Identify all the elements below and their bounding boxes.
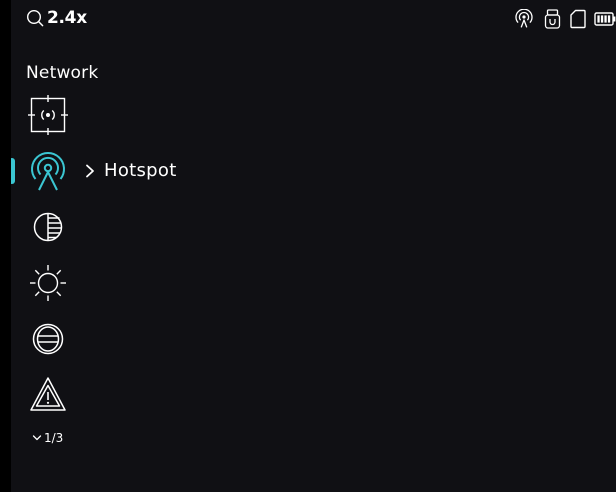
search-icon <box>26 9 44 27</box>
chevron-right-icon <box>86 164 94 178</box>
status-indicators <box>514 9 616 29</box>
menu-title: Network <box>26 63 99 83</box>
sd-card-icon <box>570 9 586 29</box>
zoom-level: 2.4x <box>47 8 87 28</box>
menu-item-target[interactable] <box>28 95 68 135</box>
page-number: 1/3 <box>44 431 64 445</box>
menu-item-contrast[interactable] <box>28 207 68 247</box>
display-mode-icon <box>32 323 64 355</box>
menu-item-warning[interactable] <box>28 375 68 415</box>
usb-icon <box>544 9 561 29</box>
submenu-hotspot[interactable]: Hotspot <box>85 160 177 182</box>
contrast-icon <box>33 212 63 242</box>
warning-icon <box>30 377 66 411</box>
battery-icon <box>594 12 616 26</box>
chevron-down-icon <box>32 435 42 441</box>
hotspot-icon <box>31 152 65 191</box>
menu-item-hotspot[interactable] <box>28 151 68 191</box>
target-icon <box>28 95 68 135</box>
zoom-indicator: 2.4x <box>26 8 87 28</box>
menu-item-brightness[interactable] <box>28 263 68 303</box>
status-bar: 2.4x <box>11 0 616 36</box>
brightness-icon <box>30 265 66 301</box>
submenu-label: Hotspot <box>104 160 177 181</box>
device-screen: 2.4x Network Hotspot 1/3 <box>11 0 616 492</box>
menu-item-display-mode[interactable] <box>28 319 68 359</box>
page-indicator: 1/3 <box>32 430 63 446</box>
hotspot-status-icon <box>515 9 533 28</box>
selection-indicator <box>11 158 15 184</box>
